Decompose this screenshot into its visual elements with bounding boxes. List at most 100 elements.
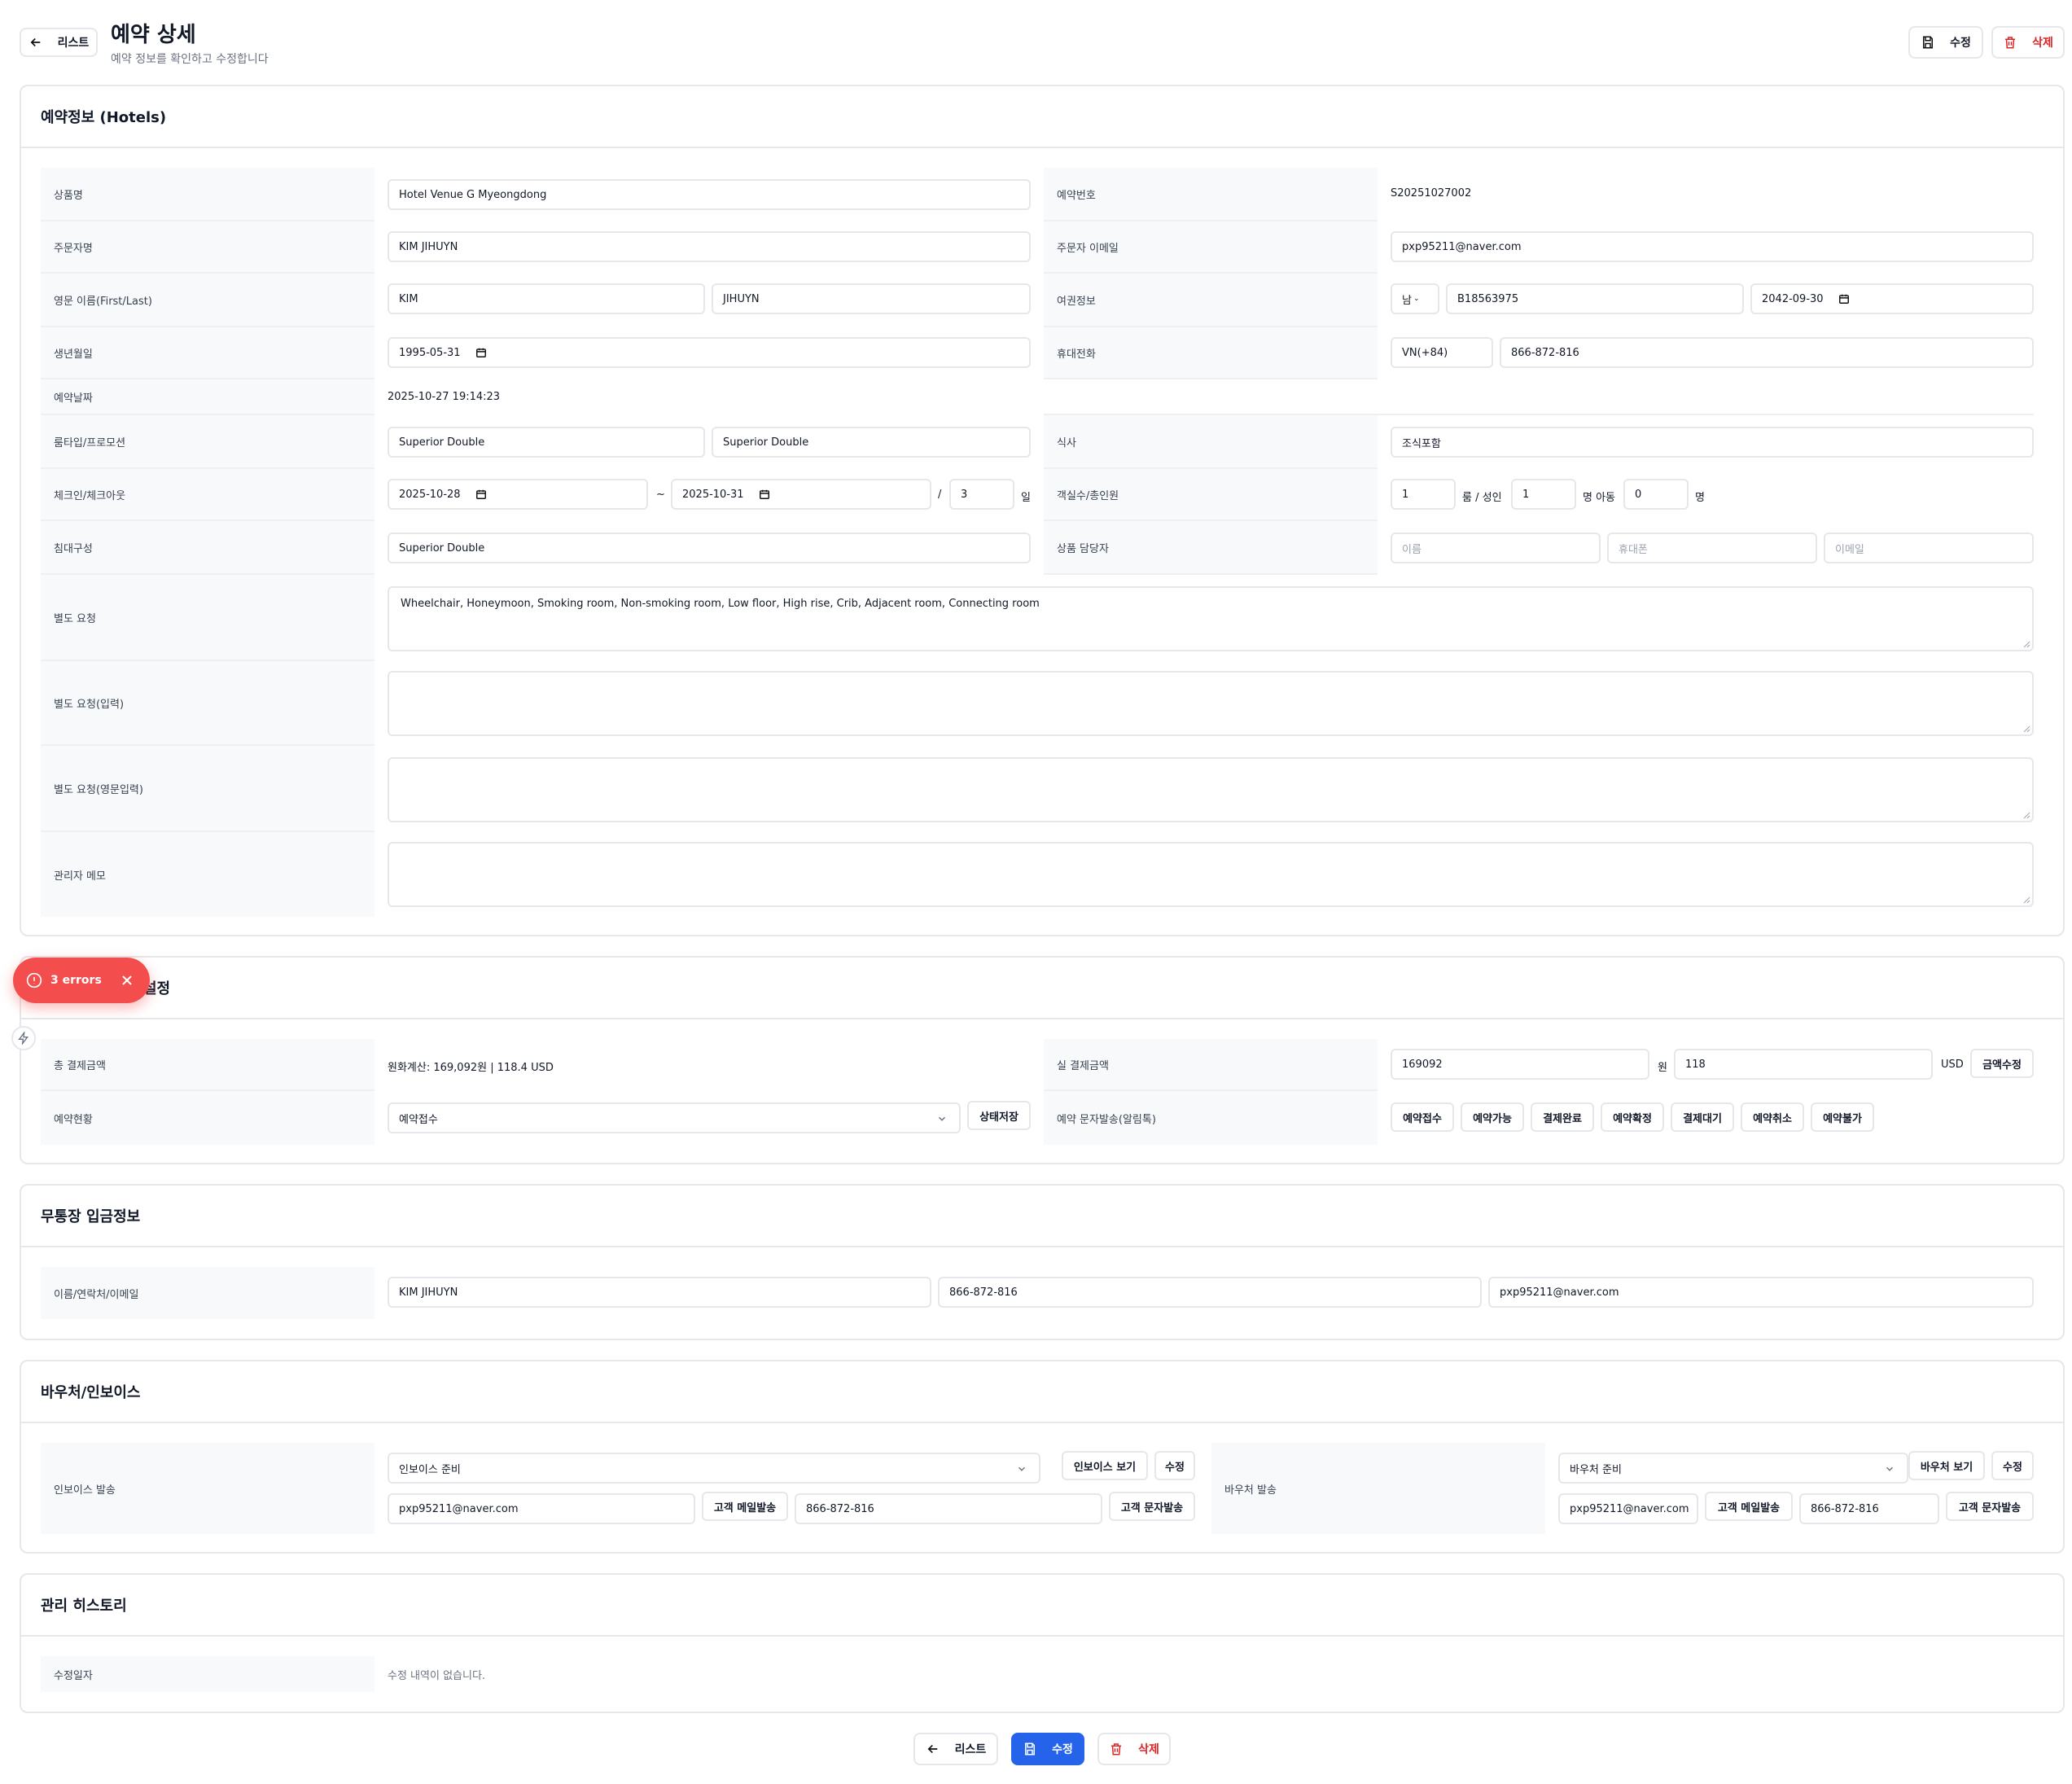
footer-delete-button[interactable]: 삭제 <box>1097 1733 1171 1765</box>
reservation-detail-page: 리스트 예약 상세 예약 정보를 확인하고 수정합니다 수정 삭제 예약정보 (… <box>0 0 2072 1784</box>
reservation-section-title: 예약정보 (Hotels) <box>21 86 2063 148</box>
manager-name-input[interactable]: 이름 <box>1391 533 1601 563</box>
voucher-email-input[interactable]: pxp95211@naver.com <box>1558 1493 1698 1524</box>
manager-phone-input[interactable]: 휴대폰 <box>1607 533 1817 563</box>
invoice-email-input[interactable]: pxp95211@naver.com <box>388 1493 695 1524</box>
nights-unit: 일 <box>1021 492 1031 504</box>
edit-button[interactable]: 수정 <box>1908 26 1983 59</box>
save-icon <box>1025 1742 1036 1756</box>
amount-edit-button[interactable]: 금액수정 <box>1970 1049 2034 1078</box>
rooms-input[interactable]: 1 <box>1391 479 1456 510</box>
promotion-input[interactable]: Superior Double <box>712 427 1031 458</box>
invoice-edit-button[interactable]: 수정 <box>1154 1451 1195 1480</box>
voucher-edit-button[interactable]: 수정 <box>1991 1451 2034 1480</box>
sms-confirmed-button[interactable]: 예약확정 <box>1601 1102 1664 1132</box>
room-type-input[interactable]: Superior Double <box>388 427 705 458</box>
product-name-label: 상품명 <box>41 168 375 221</box>
calendar-icon <box>759 489 769 499</box>
booking-no-value: S20251027002 <box>1391 187 1472 199</box>
voucher-mail-button[interactable]: 고객 메일발송 <box>1705 1492 1793 1521</box>
manager-email-input[interactable]: 이메일 <box>1824 533 2034 563</box>
trash-icon <box>1111 1743 1122 1756</box>
row-divider <box>1044 379 2034 415</box>
sms-received-button[interactable]: 예약접수 <box>1391 1102 1454 1132</box>
state-save-button[interactable]: 상태저장 <box>967 1101 1031 1130</box>
footer-back-label: 리스트 <box>954 1742 987 1756</box>
bed-label: 침대구성 <box>41 521 375 575</box>
orderer-email-input[interactable]: pxp95211@naver.com <box>1391 231 2034 262</box>
total-amount-value: 원화계산: 169,092원 | 118.4 USD <box>388 1062 554 1074</box>
close-icon[interactable] <box>119 972 135 988</box>
sms-unavailable-button[interactable]: 예약불가 <box>1811 1102 1874 1132</box>
back-to-list-button[interactable]: 리스트 <box>20 28 98 57</box>
calendar-icon <box>475 489 486 499</box>
history-section-title: 관리 히스토리 <box>21 1575 2063 1637</box>
invoice-status-select[interactable]: 인보이스 준비 <box>388 1453 1040 1484</box>
dev-tools-button[interactable] <box>11 1026 36 1050</box>
invoice-sms-button[interactable]: 고객 문자발송 <box>1109 1492 1195 1521</box>
phone-country-input[interactable]: VN(+84) <box>1391 337 1493 368</box>
krw-unit: 원 <box>1658 1062 1667 1074</box>
invoice-phone-input[interactable]: 866-872-816 <box>795 1493 1102 1524</box>
sms-paid-button[interactable]: 결제완료 <box>1531 1102 1594 1132</box>
booking-date-label: 예약날짜 <box>41 379 375 415</box>
nights-input[interactable]: 3 <box>949 479 1014 510</box>
actual-usd-input[interactable]: 118 <box>1674 1049 1933 1080</box>
voucher-view-button[interactable]: 바우처 보기 <box>1908 1451 1985 1480</box>
adults-input[interactable]: 1 <box>1511 479 1576 510</box>
passport-number-input[interactable]: B18563975 <box>1446 283 1744 314</box>
birth-input[interactable]: 1995-05-31 <box>388 337 1031 368</box>
status-settings-card: 설정 총 결제금액 원화계산: 169,092원 | 118.4 USD 실 결… <box>20 956 2065 1164</box>
orderer-email-label: 주문자 이메일 <box>1044 221 1378 274</box>
sms-pending-payment-button[interactable]: 결제대기 <box>1671 1102 1734 1132</box>
deposit-phone-input[interactable]: 866-872-816 <box>938 1277 1482 1308</box>
voucher-phone-input[interactable]: 866-872-816 <box>1799 1493 1939 1524</box>
last-name-input[interactable]: JIHUYN <box>712 283 1031 314</box>
invoice-label: 인보이스 발송 <box>41 1443 375 1534</box>
deposit-card: 무통장 입금정보 이름/연락처/이메일 KIM JIHUYN 866-872-8… <box>20 1184 2065 1340</box>
checkin-input[interactable]: 2025-10-28 <box>388 479 648 510</box>
deposit-email-input[interactable]: pxp95211@naver.com <box>1488 1277 2034 1308</box>
sms-cancelled-button[interactable]: 예약취소 <box>1741 1102 1804 1132</box>
booking-state-select[interactable]: 예약접수 <box>388 1102 961 1133</box>
children-input[interactable]: 0 <box>1623 479 1689 510</box>
footer-edit-button[interactable]: 수정 <box>1011 1733 1084 1765</box>
footer-back-button[interactable]: 리스트 <box>913 1733 998 1765</box>
delete-button[interactable]: 삭제 <box>1991 26 2065 59</box>
orderer-label: 주문자명 <box>41 221 375 274</box>
resize-grip-icon <box>2023 812 2030 819</box>
passport-gender-select[interactable]: 남 ⌄ <box>1391 283 1439 314</box>
phone-input[interactable]: 866-872-816 <box>1500 337 2034 368</box>
voucher-sms-button[interactable]: 고객 문자발송 <box>1946 1492 2034 1521</box>
product-name-input[interactable]: Hotel Venue G Myeongdong <box>388 179 1031 210</box>
actual-krw-input[interactable]: 169092 <box>1391 1049 1649 1080</box>
request-input-label: 별도 요청(입력) <box>41 661 375 746</box>
checkout-input[interactable]: 2025-10-31 <box>671 479 931 510</box>
admin-memo-label: 관리자 메모 <box>41 832 375 917</box>
passport-expiry-input[interactable]: 2042-09-30 <box>1750 283 2034 314</box>
passport-gender-value: 남 <box>1402 294 1412 307</box>
save-icon <box>1923 36 1934 49</box>
deposit-name-input[interactable]: KIM JIHUYN <box>388 1277 931 1308</box>
chevron-down-icon <box>1886 1466 1894 1471</box>
sms-available-button[interactable]: 예약가능 <box>1461 1102 1524 1132</box>
passport-label: 여권정보 <box>1044 274 1378 327</box>
page-subtitle: 예약 정보를 확인하고 수정합니다 <box>111 53 269 66</box>
request-input-textarea[interactable] <box>388 671 2034 736</box>
admin-memo-textarea[interactable] <box>388 842 2034 907</box>
bed-input[interactable]: Superior Double <box>388 533 1031 563</box>
invoice-mail-button[interactable]: 고객 메일발송 <box>702 1492 788 1521</box>
meal-input[interactable]: 조식포함 <box>1391 427 2034 458</box>
first-name-input[interactable]: KIM <box>388 283 705 314</box>
orderer-input[interactable]: KIM JIHUYN <box>388 231 1031 262</box>
request-value: Wheelchair, Honeymoon, Smoking room, Non… <box>401 598 1040 610</box>
request-label: 별도 요청 <box>41 575 375 661</box>
lightning-icon <box>18 1032 28 1045</box>
error-toast[interactable]: 3 errors <box>13 958 150 1003</box>
english-name-label: 영문 이름(First/Last) <box>41 274 375 327</box>
error-count-text: 3 errors <box>50 974 102 987</box>
request-textarea[interactable]: Wheelchair, Honeymoon, Smoking room, Non… <box>388 586 2034 651</box>
invoice-view-button[interactable]: 인보이스 보기 <box>1062 1451 1148 1480</box>
request-english-textarea[interactable] <box>388 757 2034 822</box>
voucher-status-select[interactable]: 바우처 준비 <box>1558 1453 1908 1484</box>
